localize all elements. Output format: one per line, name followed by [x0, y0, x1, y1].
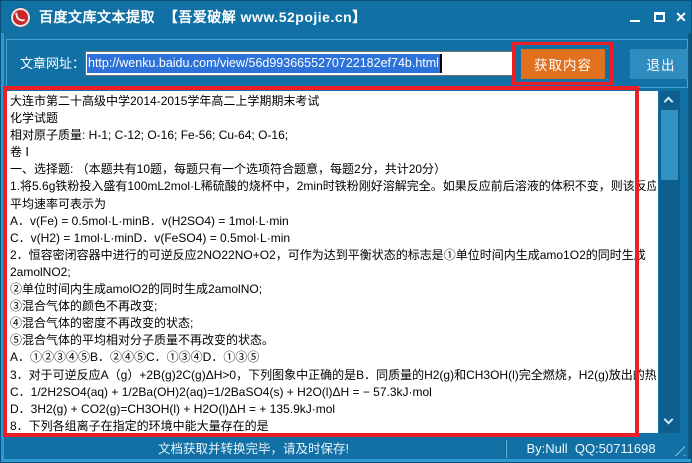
chevron-down-icon [663, 414, 674, 425]
document-text-area[interactable]: 大连市第二十高级中学2014-2015学年高二上学期期末考试 化学试题相对原子质量… [5, 91, 658, 433]
status-bar: 文档获取并转换完毕，请及时保存! By:Null QQ:50711698 [1, 437, 691, 461]
text-caret [439, 54, 442, 73]
text-line: 一、选择题: （本题共有10题，每题只有一个选项符合题意，每题2分，共计20分） [10, 162, 447, 177]
chevron-up-icon [663, 96, 674, 107]
status-message: 文档获取并转换完毕，请及时保存! [158, 442, 349, 456]
text-line: 3．对于可逆反应A（g）+2B(g)2C(g)ΔH>0，下列图象中正确的是B．同… [10, 367, 656, 382]
text-line: C．1/2H2SO4(aq) + 1/2Ba(OH)2(aq)=1/2BaSO4… [10, 384, 432, 399]
scrollbar-thumb[interactable] [661, 110, 678, 180]
text-line: 8．下列各组离子在指定的环境中能大量存在的是 [10, 418, 269, 433]
text-line: 平均速率可表示为 [10, 196, 107, 211]
vertical-scrollbar[interactable] [659, 91, 680, 433]
window-bottom-edge [1, 459, 691, 462]
text-line: 卷 Ⅰ [10, 145, 29, 160]
window-right-edge [688, 33, 691, 462]
scroll-down-button[interactable] [659, 413, 680, 431]
text-line: ②单位时间内生成amolO2的同时生成2amolNO; [10, 282, 263, 297]
maximize-icon [654, 12, 665, 22]
close-button[interactable]: ✕ [673, 9, 689, 25]
text-line: 1.将5.6g铁粉投入盛有100mL2mol·L稀硫酸的烧杯中，2min时铁粉刚… [10, 179, 656, 194]
text-line: C．v(H2) = 1mol·L·minD．v(FeSO4) = 0.5mol·… [10, 230, 291, 245]
fetch-content-button[interactable]: 获取内容 [521, 49, 605, 79]
statusbar-separator [506, 440, 507, 458]
text-line: ⑤混合气体的平均相对分子质量不再改变的状态。 [10, 333, 275, 348]
text-line: 大连市第二十高级中学2014-2015学年高二上学期期末考试 [10, 94, 320, 108]
text-line: ④混合气体的密度不再改变的状态; [10, 316, 194, 331]
minimize-button[interactable] [627, 9, 643, 25]
url-label: 文章网址： [20, 56, 86, 71]
url-input[interactable]: http://wenku.baidu.com/view/56d993665527… [85, 51, 515, 76]
url-toolbar: 文章网址： http://wenku.baidu.com/view/56d993… [6, 39, 691, 88]
scroll-up-button[interactable] [659, 91, 680, 109]
text-line: 2．恒容密闭容器中进行的可逆反应2NO22NO+O2，可作为达到平衡状态的标志是… [10, 247, 646, 262]
text-line: A．v(Fe) = 0.5mol·L·minB．v(H2SO4) = 1mol·… [10, 213, 289, 228]
text-line: D．3H2(g) + CO2(g)=CH3OH(l) + H2O(l)ΔH = … [10, 401, 336, 416]
resize-grip[interactable] [669, 442, 685, 456]
text-line: A．①②③④⑤B．②④⑤C．①③④D．①③⑤ [10, 350, 260, 365]
maximize-button[interactable] [651, 9, 667, 25]
app-logo-icon [11, 8, 30, 27]
minimize-icon [630, 20, 640, 22]
text-line: ③混合气体的颜色不再改变; [10, 299, 158, 314]
title-bar[interactable]: 百度文库文本提取 【吾爱破解 www.52pojie.cn】 ✕ [1, 1, 691, 34]
url-selected-text: http://wenku.baidu.com/view/56d993665527… [87, 54, 440, 73]
exit-button[interactable]: 退出 [630, 49, 691, 79]
window-title: 百度文库文本提取 【吾爱破解 www.52pojie.cn】 [39, 9, 367, 25]
app-window: 百度文库文本提取 【吾爱破解 www.52pojie.cn】 ✕ 文章网址： h… [0, 0, 692, 463]
text-line: 化学试题 [10, 111, 59, 126]
text-line: 相对原子质量: H-1; C-12; O-16; Fe-56; Cu-64; O… [10, 128, 289, 143]
text-line: 2amolNO2; [10, 264, 71, 279]
credit-text: By:Null QQ:50711698 [526, 441, 656, 456]
window-left-edge [1, 33, 4, 462]
